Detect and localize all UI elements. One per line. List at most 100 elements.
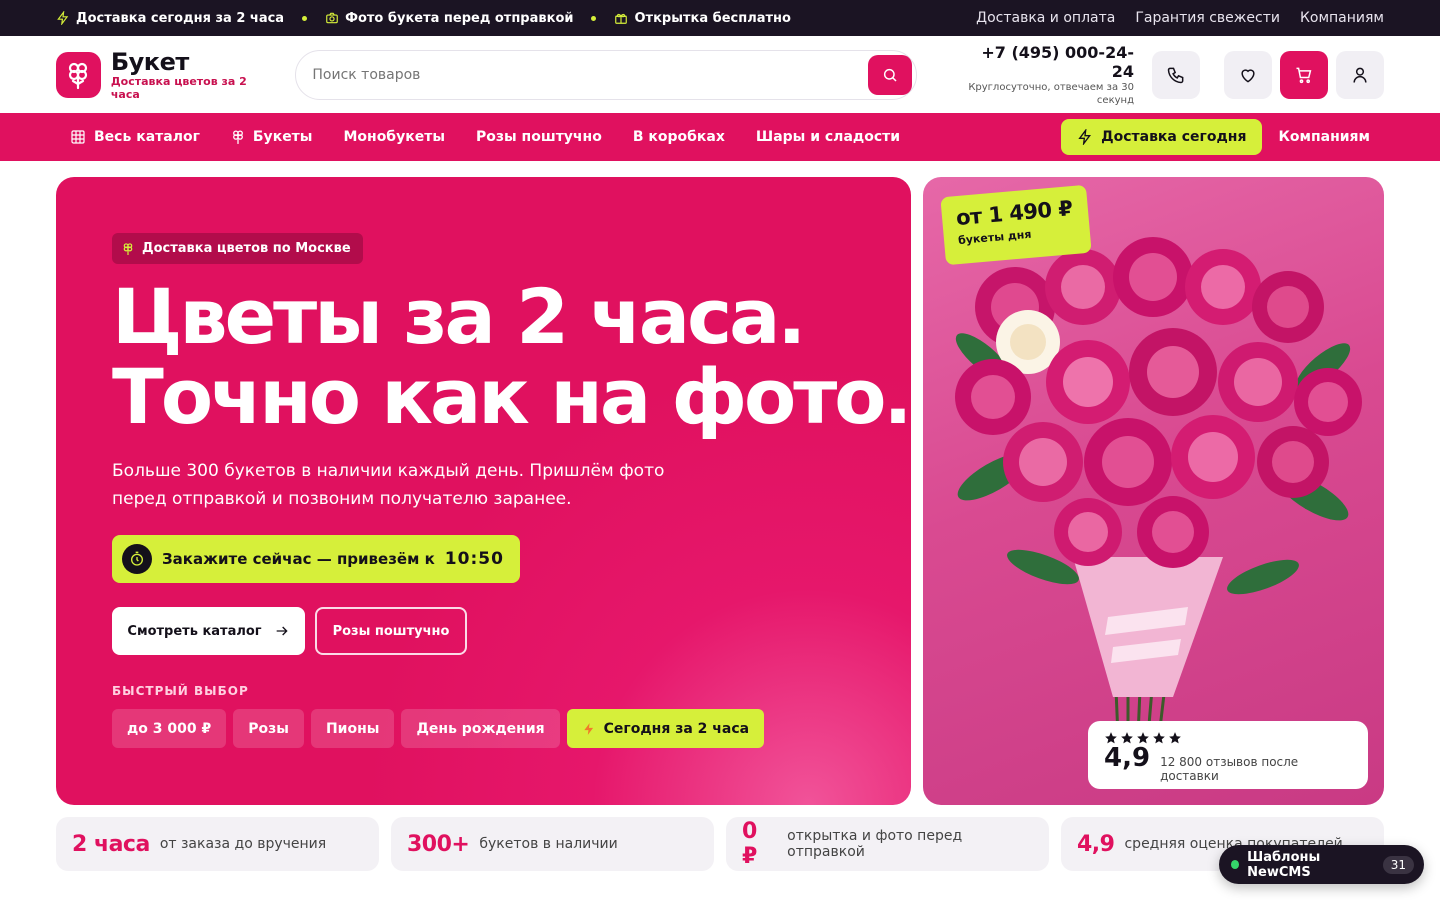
nav-balloons-sweets[interactable]: Шары и сладости — [756, 129, 900, 145]
promo-delivery-text: Доставка сегодня за 2 часа — [76, 10, 285, 26]
logo[interactable]: Букет Доставка цветов за 2 часа — [56, 49, 275, 101]
flower-icon — [232, 130, 243, 144]
nav-bouquets[interactable]: Букеты — [231, 129, 313, 145]
separator-dot — [302, 15, 308, 21]
nav-in-boxes-label: В коробках — [632, 129, 725, 145]
promo-photo-text: Фото букета перед отправкой — [345, 10, 574, 26]
link-delivery-payment[interactable]: Доставка и оплата — [976, 10, 1115, 26]
promo-card-text: Открытка бесплатно — [634, 10, 791, 26]
hero-title-line1: Цветы за 2 часа. — [112, 272, 806, 361]
lightning-icon — [57, 11, 69, 25]
nav-catalog[interactable]: Весь каталог — [70, 129, 200, 145]
grid-icon — [71, 130, 85, 144]
site-header: Букет Доставка цветов за 2 часа +7 (495)… — [0, 36, 1440, 113]
lightning-icon — [1078, 129, 1092, 145]
stat-text: букетов в наличии — [479, 836, 618, 852]
roses-single-button[interactable]: Розы поштучно — [315, 607, 467, 655]
flower-logo-icon — [56, 51, 101, 98]
hero-lead: Больше 300 букетов в наличии каждый день… — [112, 461, 665, 509]
chip-peonies[interactable]: Пионы — [310, 709, 395, 748]
search-icon — [884, 68, 897, 82]
chip-today-2h-label: Сегодня за 2 часа — [603, 720, 750, 737]
online-dot — [1231, 860, 1240, 869]
price-tag: от 1 490 ₽ букеты дня — [940, 184, 1092, 266]
phone-note: Круглосуточно, отвечаем за 30 секунд — [968, 81, 1134, 106]
flower-icon — [123, 242, 133, 255]
hero-badge: Доставка цветов по Москве — [112, 233, 363, 264]
nav-catalog-label: Весь каталог — [94, 129, 200, 145]
chip-birthday[interactable]: День рождения — [401, 709, 560, 748]
camera-icon — [326, 12, 338, 24]
lightning-icon — [583, 722, 593, 735]
bouquet-card[interactable]: от 1 490 ₽ букеты дня 4,9 12 800 отзывов… — [923, 177, 1384, 805]
promo-photo: Фото букета перед отправкой — [325, 11, 573, 26]
chip-under-3000[interactable]: до 3 000 ₽ — [112, 709, 227, 748]
hero-title: Цветы за 2 часа. Точно как на фото. — [112, 277, 912, 437]
link-freshness[interactable]: Гарантия свежести — [1135, 10, 1280, 26]
quick-select-label: БЫСТРЫЙ ВЫБОР — [112, 684, 249, 698]
nav-bouquets-label: Букеты — [252, 129, 313, 145]
logo-name: Букет — [110, 47, 189, 76]
separator-dot — [591, 15, 597, 21]
hero-badge-text: Доставка цветов по Москве — [142, 241, 351, 256]
stat-text: от заказа до вручения — [159, 836, 327, 852]
hero-title-line2: Точно как на фото. — [112, 352, 912, 441]
logo-tagline: Доставка цветов за 2 часа — [110, 74, 247, 101]
newcms-templates-badge[interactable]: Шаблоны NewCMS 31 — [1219, 845, 1424, 884]
stat-value: 4,9 — [1077, 831, 1115, 857]
star-icon — [1153, 732, 1165, 744]
nav-corporate[interactable]: Компаниям — [1278, 129, 1370, 145]
stat-value: 2 часа — [72, 831, 150, 857]
account-button[interactable] — [1335, 50, 1384, 99]
search-input[interactable] — [312, 66, 833, 83]
nav-roses-single-label: Розы поштучно — [475, 129, 602, 145]
roses-single-label: Розы поштучно — [332, 623, 450, 639]
newcms-label: Шаблоны NewCMS — [1247, 849, 1321, 880]
rating-score: 4,9 — [1104, 743, 1151, 773]
cart-icon — [1296, 67, 1312, 83]
rating-reviews: 12 800 отзывов после доставки — [1160, 755, 1299, 783]
nav-in-boxes[interactable]: В коробках — [633, 129, 725, 145]
favorites-button[interactable] — [1223, 50, 1272, 99]
timer-text: Закажите сейчас — привезём к — [162, 550, 435, 568]
phone-number[interactable]: +7 (495) 000-24-24 — [959, 43, 1134, 81]
chip-roses[interactable]: Розы — [233, 709, 304, 748]
nav-roses-single[interactable]: Розы поштучно — [476, 129, 602, 145]
quick-select-chips: до 3 000 ₽ Розы Пионы День рождения Сего… — [112, 709, 765, 748]
stat-value: 300+ — [407, 831, 470, 857]
stats-row: 2 часа от заказа до вручения 300+ букето… — [56, 817, 1384, 871]
promo-delivery: Доставка сегодня за 2 часа — [56, 11, 284, 26]
newcms-count: 31 — [1382, 855, 1414, 874]
timer-time: 10:50 — [444, 549, 504, 569]
stat-card: 0 ₽ открытка и фото перед отправкой — [726, 817, 1049, 871]
view-catalog-button[interactable]: Смотреть каталог — [112, 607, 305, 655]
stat-value: 0 ₽ — [742, 819, 757, 869]
nav-balloons-sweets-label: Шары и сладости — [755, 129, 901, 145]
delivery-timer: Закажите сейчас — привезём к 10:50 — [112, 535, 520, 583]
search-bar — [295, 49, 918, 100]
stat-card: 300+ букетов в наличии — [391, 817, 714, 871]
rating-card: 4,9 12 800 отзывов после доставки — [1088, 721, 1368, 789]
user-icon — [1353, 67, 1367, 83]
chip-today-2h[interactable]: Сегодня за 2 часа — [566, 709, 765, 748]
heart-icon — [1241, 68, 1255, 83]
peony-bouquet-image — [955, 237, 1362, 738]
top-links: Доставка и оплата Гарантия свежести Комп… — [976, 10, 1384, 26]
header-actions — [1151, 50, 1384, 99]
delivery-today-label: Доставка сегодня — [1101, 129, 1247, 145]
top-bar: Доставка сегодня за 2 часа Фото букета п… — [0, 0, 1440, 36]
phone-icon — [1167, 67, 1184, 83]
delivery-today-button[interactable]: Доставка сегодня — [1061, 119, 1263, 155]
call-button[interactable] — [1151, 50, 1200, 99]
hero-banner: Доставка цветов по Москве Цветы за 2 час… — [56, 177, 912, 805]
link-corporate[interactable]: Компаниям — [1300, 10, 1384, 26]
phone-block: +7 (495) 000-24-24 Круглосуточно, отвеча… — [959, 43, 1134, 107]
search-button[interactable] — [868, 54, 913, 95]
star-icon — [1169, 732, 1181, 744]
nav-monobouquets[interactable]: Монобукеты — [343, 129, 445, 145]
promo-strip: Доставка сегодня за 2 часа Фото букета п… — [56, 11, 791, 26]
arrow-right-icon — [276, 626, 288, 636]
stat-text: открытка и фото перед отправкой — [787, 828, 963, 860]
stopwatch-icon — [122, 544, 152, 574]
cart-button[interactable] — [1279, 50, 1328, 99]
